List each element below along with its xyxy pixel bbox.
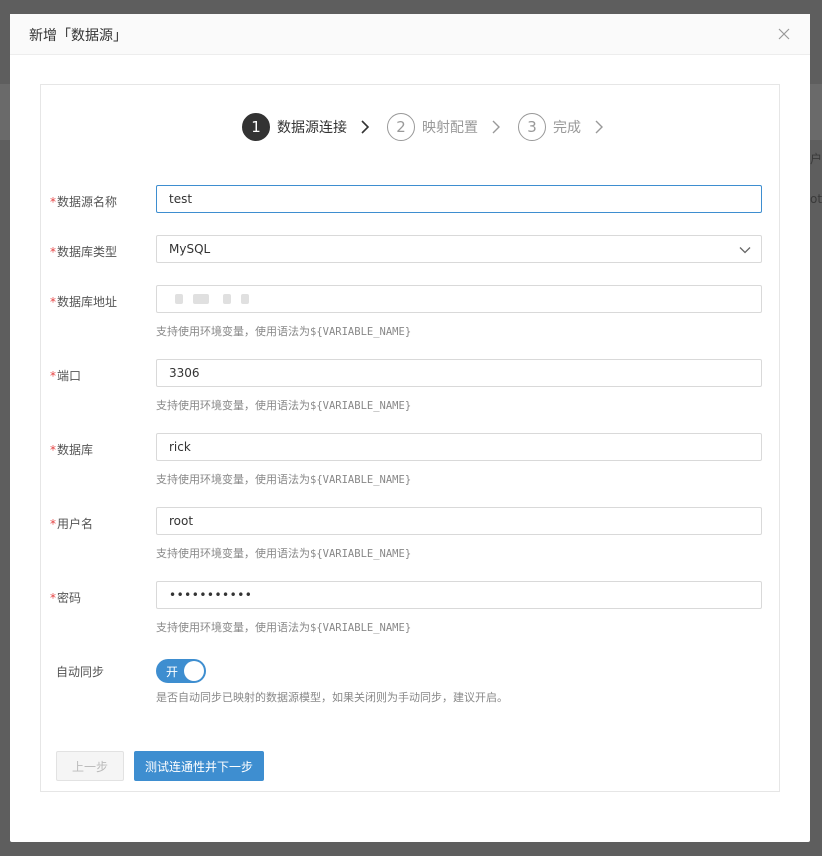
field-label: *数据库类型 bbox=[50, 245, 118, 259]
database-type-select[interactable]: MySQL bbox=[156, 235, 762, 263]
required-mark: * bbox=[50, 295, 56, 309]
port-input[interactable]: 3306 bbox=[156, 359, 762, 387]
username-input[interactable]: root bbox=[156, 507, 762, 535]
step-complete: 3 完成 bbox=[518, 113, 607, 141]
step-mapping-config: 2 映射配置 bbox=[387, 113, 504, 141]
password-input[interactable]: ••••••••••• bbox=[156, 581, 762, 609]
database-name-input[interactable]: rick bbox=[156, 433, 762, 461]
field-label: 自动同步 bbox=[56, 665, 105, 679]
datasource-name-input[interactable]: test bbox=[156, 185, 762, 213]
dialog-header: 新增「数据源」 bbox=[10, 14, 810, 55]
step-number: 2 bbox=[387, 113, 415, 141]
database-address-input[interactable] bbox=[156, 285, 762, 313]
chevron-right-icon bbox=[492, 120, 500, 134]
form-panel: 1 数据源连接 2 映射配置 3 完成 *数据源名称 test *数据库类型 M… bbox=[40, 84, 780, 792]
step-label: 映射配置 bbox=[422, 120, 478, 136]
selected-value: MySQL bbox=[169, 242, 211, 256]
field-label: *用户名 bbox=[50, 517, 94, 531]
required-mark: * bbox=[50, 245, 56, 259]
background-text: ot bbox=[810, 192, 822, 206]
field-hint: 支持使用环境变量，使用语法为${VARIABLE_NAME} bbox=[156, 621, 412, 634]
required-mark: * bbox=[50, 369, 56, 383]
chevron-down-icon bbox=[739, 247, 751, 254]
required-mark: * bbox=[50, 195, 56, 209]
field-label: *密码 bbox=[50, 591, 82, 605]
redacted-value bbox=[175, 294, 183, 304]
previous-step-button[interactable]: 上一步 bbox=[56, 751, 124, 781]
field-label: *数据源名称 bbox=[50, 195, 118, 209]
close-icon[interactable] bbox=[774, 24, 794, 44]
required-mark: * bbox=[50, 591, 56, 605]
step-number: 1 bbox=[242, 113, 270, 141]
step-label: 完成 bbox=[553, 120, 581, 136]
background-band bbox=[810, 84, 822, 140]
redacted-value bbox=[223, 294, 231, 304]
field-hint: 是否自动同步已映射的数据源模型，如果关闭则为手动同步，建议开启。 bbox=[156, 691, 508, 704]
dialog-title: 新增「数据源」 bbox=[29, 28, 127, 44]
background-band bbox=[0, 84, 10, 140]
step-datasource-connection: 1 数据源连接 bbox=[242, 113, 373, 141]
field-hint: 支持使用环境变量，使用语法为${VARIABLE_NAME} bbox=[156, 399, 412, 412]
step-number: 3 bbox=[518, 113, 546, 141]
background-text: 户 bbox=[810, 152, 822, 166]
field-hint: 支持使用环境变量，使用语法为${VARIABLE_NAME} bbox=[156, 547, 412, 560]
field-label: *数据库地址 bbox=[50, 295, 118, 309]
test-connection-next-button[interactable]: 测试连通性并下一步 bbox=[134, 751, 264, 781]
field-hint: 支持使用环境变量，使用语法为${VARIABLE_NAME} bbox=[156, 325, 412, 338]
field-label: *数据库 bbox=[50, 443, 94, 457]
redacted-value bbox=[241, 294, 249, 304]
step-label: 数据源连接 bbox=[277, 120, 347, 136]
toggle-text: 开 bbox=[166, 665, 179, 679]
add-datasource-dialog: 新增「数据源」 1 数据源连接 2 映射配置 3 完成 *数据源名称 test … bbox=[10, 14, 810, 842]
field-label: *端口 bbox=[50, 369, 82, 383]
chevron-right-icon bbox=[595, 120, 603, 134]
auto-sync-toggle[interactable]: 开 bbox=[156, 659, 206, 683]
required-mark: * bbox=[50, 443, 56, 457]
toggle-knob bbox=[184, 661, 204, 681]
step-indicator: 1 数据源连接 2 映射配置 3 完成 bbox=[242, 113, 621, 141]
required-mark: * bbox=[50, 517, 56, 531]
redacted-value bbox=[193, 294, 209, 304]
field-hint: 支持使用环境变量，使用语法为${VARIABLE_NAME} bbox=[156, 473, 412, 486]
chevron-right-icon bbox=[361, 120, 370, 134]
